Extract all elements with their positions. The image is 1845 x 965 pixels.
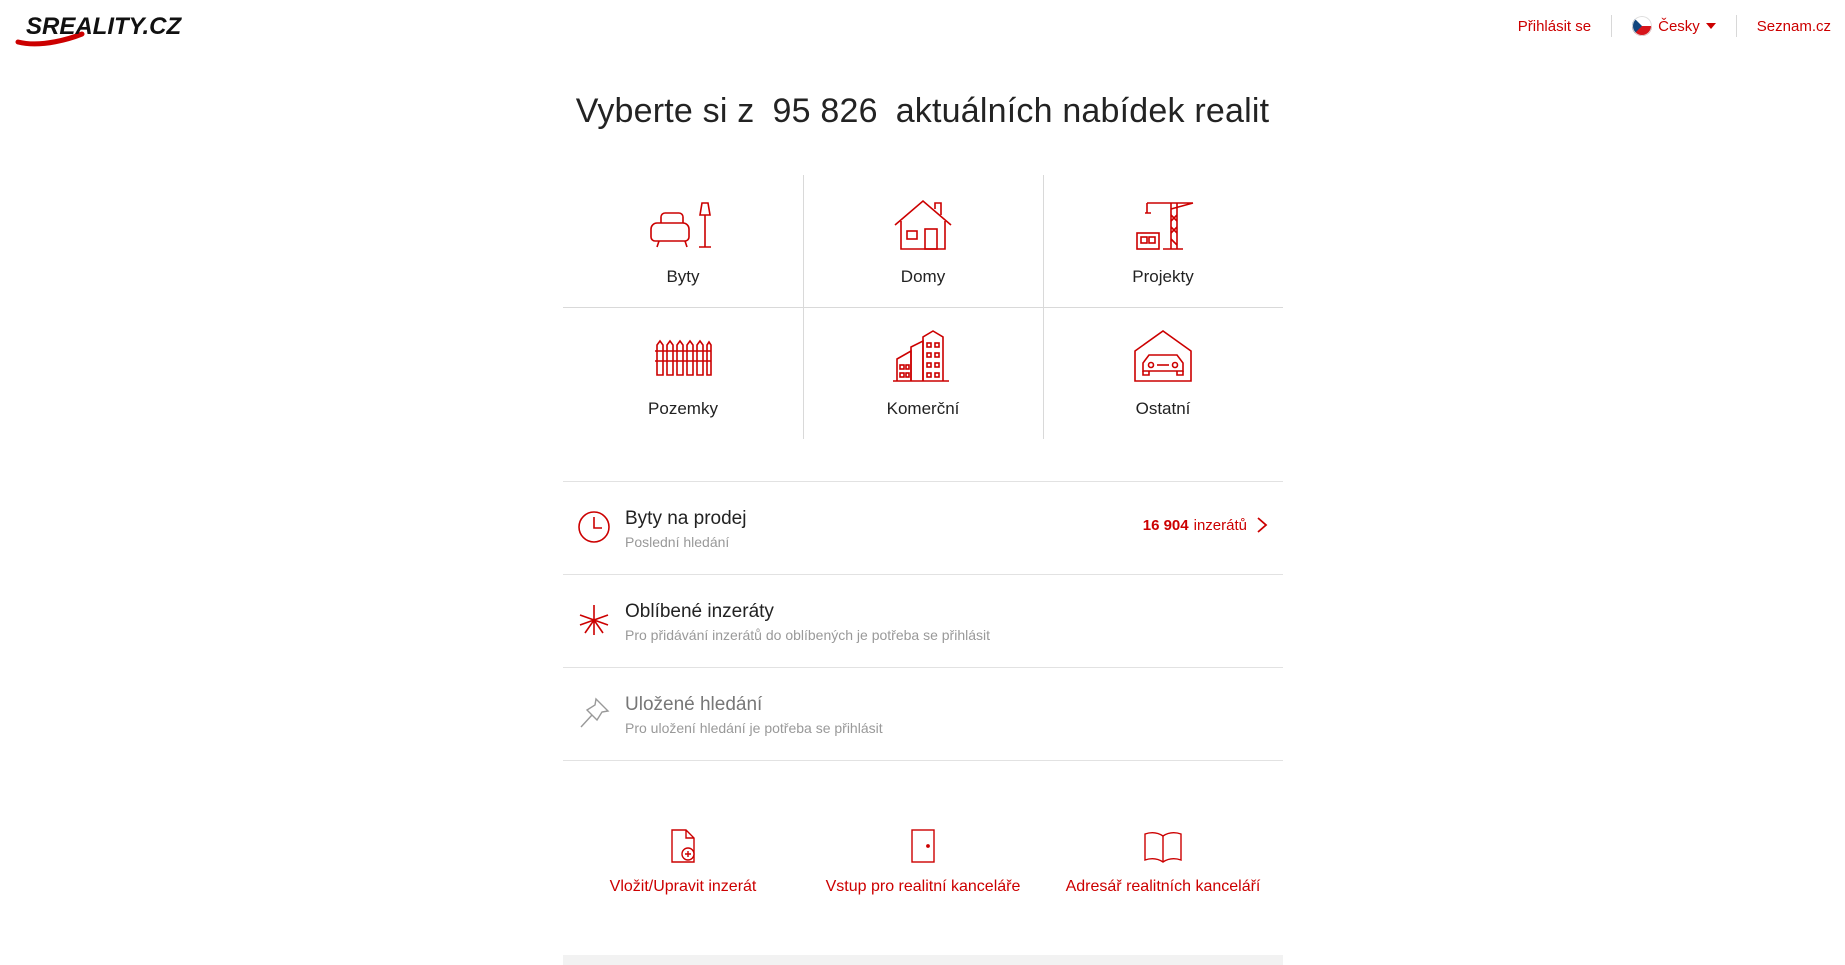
footer-strip: [563, 955, 1283, 965]
garage-car-icon: [1134, 330, 1192, 382]
result-count-suffix: inzerátů: [1193, 516, 1247, 534]
category-label: Ostatní: [1135, 399, 1191, 418]
add-document-icon: [671, 829, 695, 863]
result-count: 16 904: [1142, 516, 1189, 534]
door-icon: [911, 829, 935, 863]
category-label: Projekty: [1132, 267, 1194, 286]
open-book-icon: [1144, 831, 1182, 863]
favorites-row[interactable]: Oblíbené inzeráty Pro přidávání inzerátů…: [563, 574, 1283, 667]
page-title: Vyberte si z 95 826 aktuálních nabídek rea…: [0, 92, 1845, 131]
login-link[interactable]: Přihlásit se: [1518, 18, 1591, 35]
last-search-row[interactable]: Byty na prodej Poslední hledání 16 904 i…: [563, 481, 1283, 574]
sreality-logo[interactable]: SREALITY.CZ: [12, 8, 212, 48]
row-title: Oblíbené inzeráty: [625, 601, 774, 622]
apartment-icon: [650, 202, 711, 248]
row-title: Byty na prodej: [625, 508, 747, 529]
bottom-link-label: Vstup pro realitní kanceláře: [825, 878, 1021, 895]
agency-login-link[interactable]: Vstup pro realitní kanceláře: [803, 828, 1043, 896]
category-grid: Byty Domy Projekty Pozemky Komerční Osta…: [563, 175, 1283, 439]
nav-divider: [1611, 15, 1613, 37]
title-suffix: aktuálních nabídek realit: [895, 92, 1270, 130]
category-byty[interactable]: Byty: [563, 175, 803, 307]
language-label: Česky: [1658, 17, 1700, 35]
category-label: Domy: [900, 267, 946, 286]
add-listing-link[interactable]: Vložit/Upravit inzerát: [563, 828, 803, 896]
asterisk-star-icon: [579, 605, 609, 635]
bottom-link-label: Vložit/Upravit inzerát: [609, 878, 757, 895]
fence-icon: [655, 339, 712, 376]
category-label: Byty: [666, 267, 700, 286]
agency-directory-link[interactable]: Adresář realitních kanceláří: [1043, 828, 1283, 896]
chevron-down-icon: [1705, 23, 1716, 29]
commercial-buildings-icon: [893, 330, 949, 382]
row-subtitle: Pro uložení hledání je potřeba se přihlá…: [625, 720, 883, 736]
house-icon: [894, 199, 952, 250]
category-domy[interactable]: Domy: [803, 175, 1043, 307]
user-shortcuts-list: Byty na prodej Poslední hledání 16 904 i…: [563, 481, 1283, 761]
czech-flag-icon: [1632, 16, 1653, 36]
category-pozemky[interactable]: Pozemky: [563, 307, 803, 439]
listing-count: 95 826: [772, 92, 878, 130]
construction-crane-icon: [1136, 202, 1194, 250]
category-ostatni[interactable]: Ostatní: [1043, 307, 1283, 439]
bottom-link-label: Adresář realitních kanceláří: [1065, 878, 1261, 895]
seznam-link[interactable]: Seznam.cz: [1757, 18, 1831, 35]
chevron-right-icon: [1257, 517, 1268, 533]
category-projekty[interactable]: Projekty: [1043, 175, 1283, 307]
title-prefix: Vyberte si z: [575, 92, 755, 130]
clock-icon: [578, 511, 610, 543]
row-subtitle: Pro přidávání inzerátů do oblíbených je …: [625, 627, 990, 643]
nav-divider: [1735, 15, 1737, 37]
row-subtitle: Poslední hledání: [625, 534, 730, 550]
category-label: Pozemky: [648, 399, 718, 418]
logo-text: SREALITY.CZ: [26, 13, 182, 40]
category-komercni[interactable]: Komerční: [803, 307, 1043, 439]
category-label: Komerční: [886, 399, 960, 418]
top-navigation: Přihlásit se Česky Seznam.cz: [1518, 14, 1831, 38]
pin-icon: [580, 697, 610, 728]
listing-count-link[interactable]: 16 904 inzerátů: [1143, 516, 1269, 534]
bottom-links: Vložit/Upravit inzerát Vstup pro realitn…: [563, 828, 1283, 908]
language-selector[interactable]: Česky: [1632, 16, 1716, 36]
saved-search-row[interactable]: Uložené hledání Pro uložení hledání je p…: [563, 667, 1283, 761]
row-title: Uložené hledání: [625, 694, 763, 715]
